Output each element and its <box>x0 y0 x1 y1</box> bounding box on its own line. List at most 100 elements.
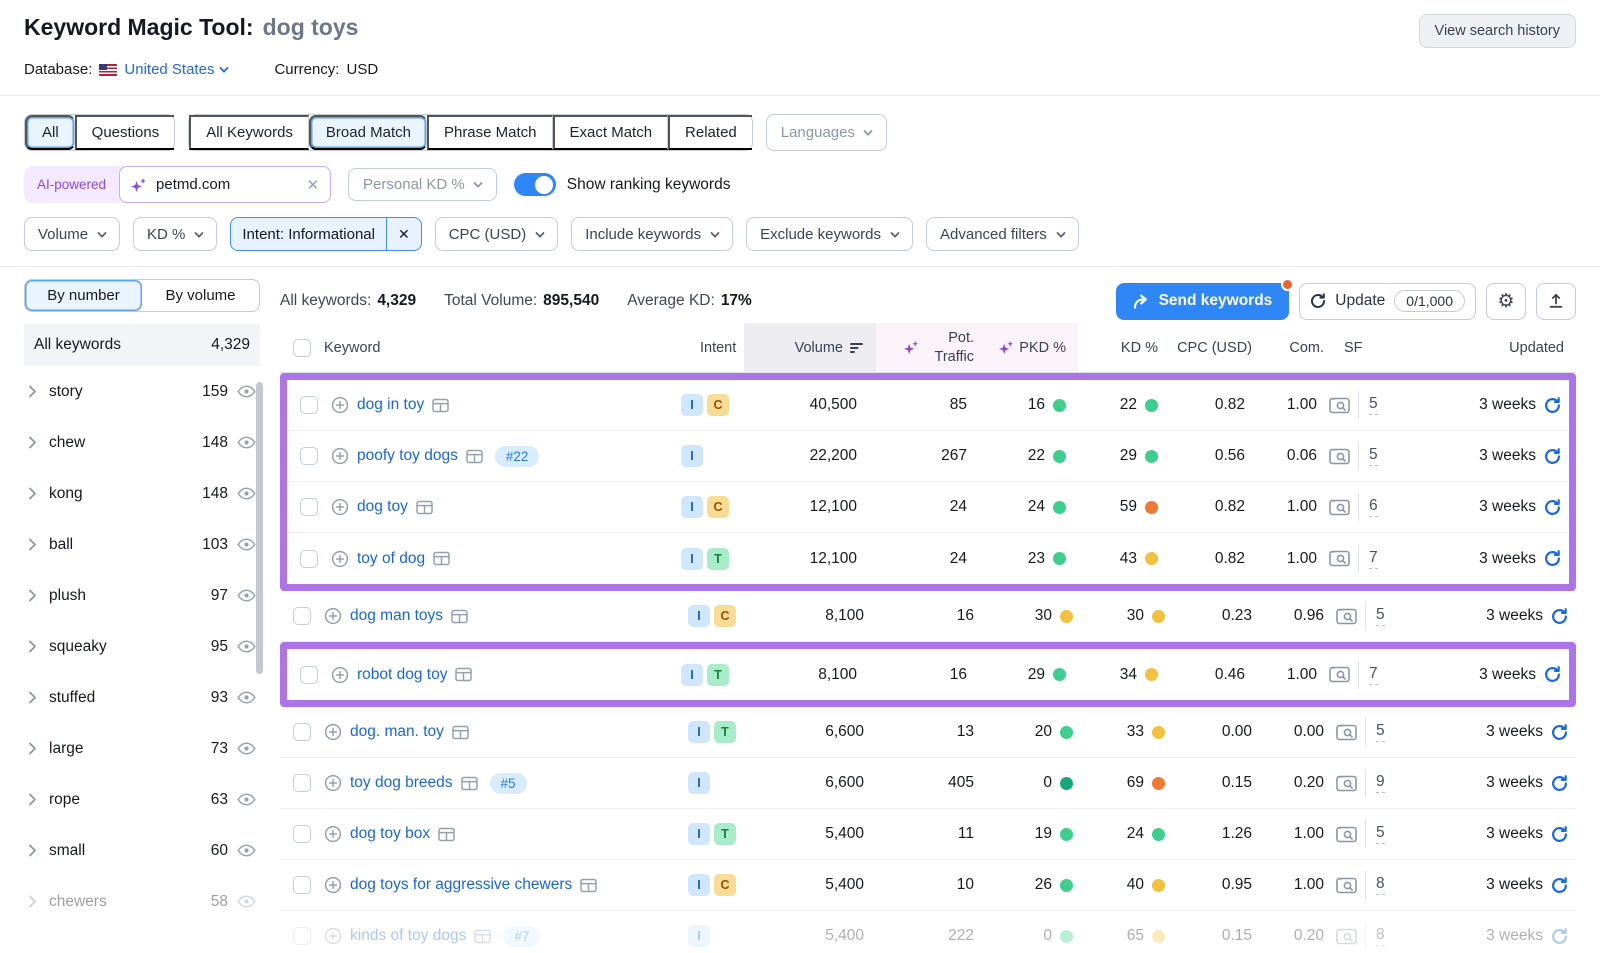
refresh-icon[interactable] <box>1551 826 1568 843</box>
domain-input[interactable] <box>156 176 274 193</box>
serp-features-icon[interactable] <box>1336 877 1357 894</box>
refresh-icon[interactable] <box>1544 397 1561 414</box>
row-checkbox[interactable] <box>293 723 311 741</box>
database-selector[interactable]: United States <box>124 61 228 78</box>
col-pot-traffic[interactable]: Pot. Traffic <box>876 323 986 372</box>
ranking-keywords-toggle[interactable] <box>514 173 556 196</box>
eye-icon[interactable] <box>237 487 256 500</box>
sf-value[interactable]: 7 <box>1369 549 1378 569</box>
keyword-link[interactable]: toy dog breeds <box>350 774 453 792</box>
serp-preview-icon[interactable] <box>452 725 469 740</box>
row-checkbox[interactable] <box>293 927 311 945</box>
refresh-icon[interactable] <box>1544 448 1561 465</box>
serp-preview-icon[interactable] <box>455 667 472 682</box>
add-keyword-icon[interactable] <box>324 607 342 625</box>
refresh-icon[interactable] <box>1551 724 1568 741</box>
eye-icon[interactable] <box>237 895 256 908</box>
col-volume[interactable]: Volume <box>744 323 876 372</box>
refresh-icon[interactable] <box>1551 608 1568 625</box>
sf-value[interactable]: 8 <box>1376 926 1385 946</box>
row-checkbox[interactable] <box>293 774 311 792</box>
add-keyword-icon[interactable] <box>324 876 342 894</box>
sf-value[interactable]: 5 <box>1376 606 1385 626</box>
sidebar-group-rope[interactable]: rope 63 <box>24 774 260 825</box>
row-checkbox[interactable] <box>293 825 311 843</box>
tab-all-keywords[interactable]: All Keywords <box>189 115 309 150</box>
sidebar-group-ball[interactable]: ball 103 <box>24 519 260 570</box>
row-checkbox[interactable] <box>300 550 318 568</box>
sf-value[interactable]: 8 <box>1376 875 1385 895</box>
col-pkd[interactable]: PKD % <box>986 323 1078 372</box>
tab-related[interactable]: Related <box>668 115 752 150</box>
sidebar-tab-by-volume[interactable]: By volume <box>142 280 259 311</box>
col-com[interactable]: Com. <box>1264 323 1336 372</box>
keyword-link[interactable]: kinds of toy dogs <box>350 927 466 945</box>
sidebar-scrollbar[interactable] <box>256 382 263 674</box>
update-button[interactable]: Update 0/1,000 <box>1299 283 1476 320</box>
row-checkbox[interactable] <box>300 666 318 684</box>
sf-value[interactable]: 9 <box>1376 773 1385 793</box>
row-checkbox[interactable] <box>293 876 311 894</box>
sidebar-group-chew[interactable]: chew 148 <box>24 417 260 468</box>
filter-intent-informational[interactable]: Intent: Informational✕ <box>230 217 421 251</box>
settings-button[interactable]: ⚙ <box>1486 283 1526 320</box>
eye-icon[interactable] <box>237 538 256 551</box>
serp-features-icon[interactable] <box>1329 550 1350 567</box>
sidebar-group-story[interactable]: story 159 <box>24 366 260 417</box>
tab-exact-match[interactable]: Exact Match <box>553 115 669 150</box>
keyword-link[interactable]: dog man toys <box>350 607 443 625</box>
serp-features-icon[interactable] <box>1329 448 1350 465</box>
sf-value[interactable]: 5 <box>1369 446 1378 466</box>
personal-kd-dropdown[interactable]: Personal KD % <box>348 168 497 201</box>
keyword-link[interactable]: robot dog toy <box>357 666 447 684</box>
refresh-icon[interactable] <box>1544 666 1561 683</box>
serp-preview-icon[interactable] <box>466 449 483 464</box>
serp-preview-icon[interactable] <box>416 500 433 515</box>
sidebar-tab-by-number[interactable]: By number <box>25 280 142 311</box>
keyword-link[interactable]: toy of dog <box>357 550 425 568</box>
serp-features-icon[interactable] <box>1329 397 1350 414</box>
sidebar-group-large[interactable]: large 73 <box>24 723 260 774</box>
all-keywords-group[interactable]: All keywords 4,329 <box>24 324 260 366</box>
sidebar-group-squeaky[interactable]: squeaky 95 <box>24 621 260 672</box>
col-cpc[interactable]: CPC (USD) <box>1170 323 1264 372</box>
row-checkbox[interactable] <box>300 498 318 516</box>
sidebar-group-kong[interactable]: kong 148 <box>24 468 260 519</box>
export-button[interactable] <box>1536 283 1576 320</box>
keyword-link[interactable]: dog toy <box>357 498 408 516</box>
sidebar-group-plush[interactable]: plush 97 <box>24 570 260 621</box>
serp-preview-icon[interactable] <box>580 878 597 893</box>
serp-preview-icon[interactable] <box>461 776 478 791</box>
keyword-link[interactable]: dog toys for aggressive chewers <box>350 876 572 894</box>
keyword-link[interactable]: dog in toy <box>357 396 424 414</box>
serp-preview-icon[interactable] <box>438 827 455 842</box>
filter-volume[interactable]: Volume <box>24 217 120 251</box>
serp-preview-icon[interactable] <box>451 609 468 624</box>
view-search-history-button[interactable]: View search history <box>1419 14 1576 48</box>
languages-dropdown[interactable]: Languages <box>766 114 887 151</box>
serp-features-icon[interactable] <box>1336 775 1357 792</box>
serp-features-icon[interactable] <box>1336 608 1357 625</box>
eye-icon[interactable] <box>237 691 256 704</box>
add-keyword-icon[interactable] <box>331 447 349 465</box>
add-keyword-icon[interactable] <box>331 550 349 568</box>
filter-exclude-keywords[interactable]: Exclude keywords <box>746 217 913 251</box>
serp-preview-icon[interactable] <box>474 929 491 944</box>
add-keyword-icon[interactable] <box>331 498 349 516</box>
refresh-icon[interactable] <box>1544 499 1561 516</box>
sf-value[interactable]: 7 <box>1369 665 1378 685</box>
select-all-checkbox[interactable] <box>293 339 311 357</box>
sidebar-group-chewers[interactable]: chewers 58 <box>24 876 260 927</box>
eye-icon[interactable] <box>237 742 256 755</box>
add-keyword-icon[interactable] <box>331 666 349 684</box>
col-kd[interactable]: KD % <box>1078 323 1170 372</box>
serp-features-icon[interactable] <box>1336 826 1357 843</box>
filter-advanced-filters[interactable]: Advanced filters <box>926 217 1079 251</box>
serp-features-icon[interactable] <box>1329 666 1350 683</box>
col-sf[interactable]: SF <box>1336 323 1424 372</box>
add-keyword-icon[interactable] <box>324 927 342 945</box>
send-keywords-button[interactable]: Send keywords <box>1116 283 1290 320</box>
sf-value[interactable]: 5 <box>1376 824 1385 844</box>
serp-preview-icon[interactable] <box>432 398 449 413</box>
add-keyword-icon[interactable] <box>324 825 342 843</box>
